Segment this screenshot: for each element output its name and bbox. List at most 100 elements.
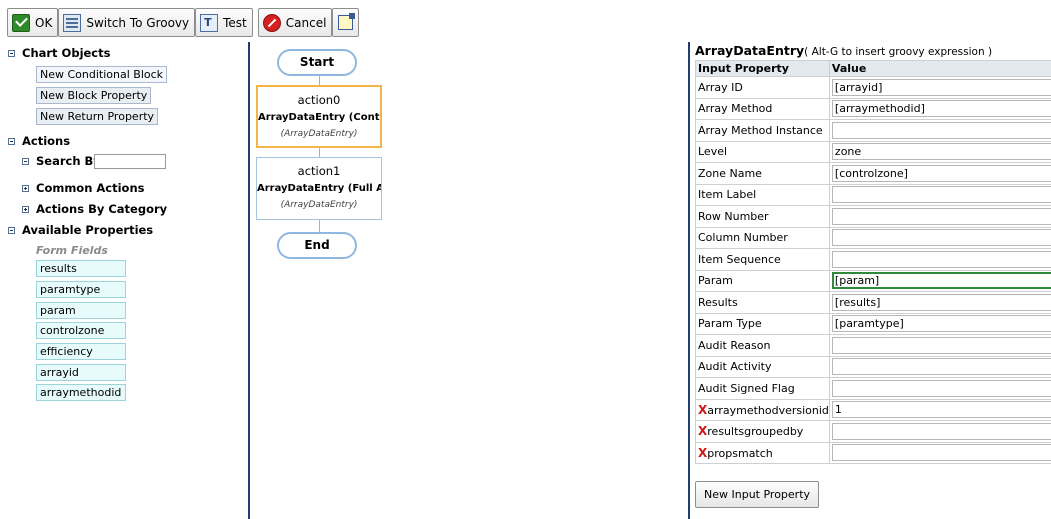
action-type: (ArrayDataEntry) — [280, 200, 358, 210]
form-fields-heading: Form Fields — [36, 244, 108, 257]
form-field-item[interactable]: controlzone — [36, 322, 126, 339]
action-title: ArrayDataEntry (Full Ar — [257, 183, 381, 194]
property-name: Xresultsgroupedby — [695, 420, 830, 443]
property-value-input[interactable] — [831, 186, 1051, 204]
new-block-property-item[interactable]: New Block Property — [36, 87, 152, 104]
property-value-input[interactable]: 1 — [831, 401, 1051, 419]
table-row: Results [results] — [695, 291, 1051, 314]
form-field-item[interactable]: results — [36, 260, 126, 277]
property-name: Item Sequence — [695, 248, 830, 271]
column-header-value: Value — [828, 60, 1051, 77]
property-value-input[interactable]: [arraymethodid] — [831, 100, 1051, 118]
search-input[interactable] — [94, 154, 166, 169]
property-value-input[interactable] — [831, 121, 1051, 139]
table-row: Param [param] — [695, 269, 1051, 292]
action-node[interactable]: action1 ArrayDataEntry (Full Ar (ArrayDa… — [256, 157, 382, 220]
actions-by-category-node[interactable]: Actions By Category — [22, 202, 167, 216]
cancel-button-label: Cancel — [285, 15, 327, 30]
toolbar: OK Switch To Groovy Test Cancel — [7, 8, 360, 38]
property-value-input[interactable] — [831, 379, 1051, 397]
checkmark-icon — [12, 13, 30, 32]
expand-icon — [22, 184, 29, 192]
table-row: Item Sequence — [695, 248, 1051, 271]
property-value-input[interactable]: [paramtype] — [831, 315, 1051, 333]
property-name: Audit Signed Flag — [695, 377, 830, 400]
custom-property-name: arraymethodversionid — [707, 403, 829, 417]
form-field-item[interactable]: arraymethodid — [36, 384, 126, 401]
end-node[interactable]: End — [277, 232, 357, 259]
property-value-input[interactable] — [831, 229, 1051, 247]
cancel-button[interactable]: Cancel — [257, 8, 333, 37]
table-row: Xpropsmatch — [695, 441, 1051, 464]
ok-button[interactable]: OK — [7, 8, 59, 37]
table-header-row: Input Property Value — [695, 60, 1051, 77]
table-row: Audit Reason — [695, 334, 1051, 357]
connector-line — [319, 76, 320, 85]
property-value-input[interactable] — [831, 207, 1051, 225]
common-actions-label: Common Actions — [36, 181, 145, 195]
flow-canvas: Start action0 ArrayDataEntry (Contro (Ar… — [250, 42, 688, 519]
property-value-input[interactable]: zone — [831, 143, 1051, 161]
property-value-input[interactable] — [831, 336, 1051, 354]
action-name: action0 — [297, 93, 341, 107]
available-properties-node[interactable]: Available Properties — [8, 223, 153, 237]
remove-property-icon[interactable]: X — [698, 424, 707, 438]
cancel-icon — [262, 13, 281, 32]
property-value-input[interactable] — [831, 444, 1051, 462]
collapse-icon — [8, 137, 15, 145]
property-value-input[interactable] — [831, 422, 1051, 440]
table-row: Param Type [paramtype] — [695, 312, 1051, 335]
actions-node[interactable]: Actions — [8, 134, 70, 148]
action-title: ArrayDataEntry (Contro — [258, 112, 380, 123]
custom-property-name: propsmatch — [707, 446, 773, 460]
remove-property-icon[interactable]: X — [698, 446, 707, 460]
common-actions-node[interactable]: Common Actions — [22, 181, 145, 195]
table-row: Row Number — [695, 205, 1051, 228]
collapse-icon — [8, 226, 15, 234]
remove-property-icon[interactable]: X — [698, 403, 707, 417]
form-field-item[interactable]: arrayid — [36, 364, 126, 381]
chart-objects-node[interactable]: Chart Objects — [8, 46, 110, 60]
test-icon — [200, 13, 219, 32]
property-name: Xarraymethodversionid — [695, 398, 830, 421]
actions-by-category-label: Actions By Category — [36, 202, 168, 216]
form-field-item[interactable]: paramtype — [36, 281, 126, 298]
switch-to-groovy-label: Switch To Groovy — [86, 15, 190, 30]
properties-header: ArrayDataEntry( Alt-G to insert groovy e… — [695, 43, 992, 58]
test-button-label: Test — [223, 15, 247, 30]
property-name: Zone Name — [695, 162, 830, 185]
custom-property-name: resultsgroupedby — [707, 425, 804, 439]
action-name: action1 — [297, 164, 341, 178]
start-node[interactable]: Start — [277, 49, 357, 76]
action-node-selected[interactable]: action0 ArrayDataEntry (Contro (ArrayDat… — [256, 85, 382, 148]
table-row: Array Method Instance — [695, 119, 1051, 142]
property-name: Column Number — [695, 226, 830, 249]
groovy-script-icon — [63, 13, 82, 32]
new-conditional-block-item[interactable]: New Conditional Block — [36, 66, 168, 83]
connector-line — [319, 148, 320, 157]
panel-divider[interactable] — [688, 42, 690, 519]
property-value-input[interactable] — [831, 358, 1051, 376]
expand-icon — [22, 205, 29, 213]
form-field-item[interactable]: param — [36, 302, 126, 319]
action-type: (ArrayDataEntry) — [280, 129, 358, 139]
search-by-node[interactable]: Search By: — [22, 154, 105, 168]
new-input-property-button[interactable]: New Input Property — [695, 481, 820, 508]
property-value-input[interactable]: [arrayid] — [831, 78, 1051, 96]
property-name: Array ID — [695, 76, 830, 99]
switch-to-groovy-button[interactable]: Switch To Groovy — [58, 8, 196, 37]
property-value-input[interactable]: [results] — [831, 293, 1051, 311]
form-field-item[interactable]: efficiency — [36, 343, 126, 360]
notes-button[interactable] — [332, 8, 360, 37]
table-row: Audit Signed Flag — [695, 377, 1051, 400]
property-name: Item Label — [695, 183, 830, 206]
new-return-property-item[interactable]: New Return Property — [36, 108, 159, 125]
property-value-input-focused[interactable]: [param] — [831, 272, 1051, 290]
test-button[interactable]: Test — [195, 8, 253, 37]
table-row: Array ID [arrayid] — [695, 76, 1051, 99]
table-row: Level zone — [695, 140, 1051, 163]
property-name: Audit Activity — [695, 355, 830, 378]
property-value-input[interactable] — [831, 250, 1051, 268]
connector-line — [319, 220, 320, 232]
property-value-input[interactable]: [controlzone] — [831, 164, 1051, 182]
